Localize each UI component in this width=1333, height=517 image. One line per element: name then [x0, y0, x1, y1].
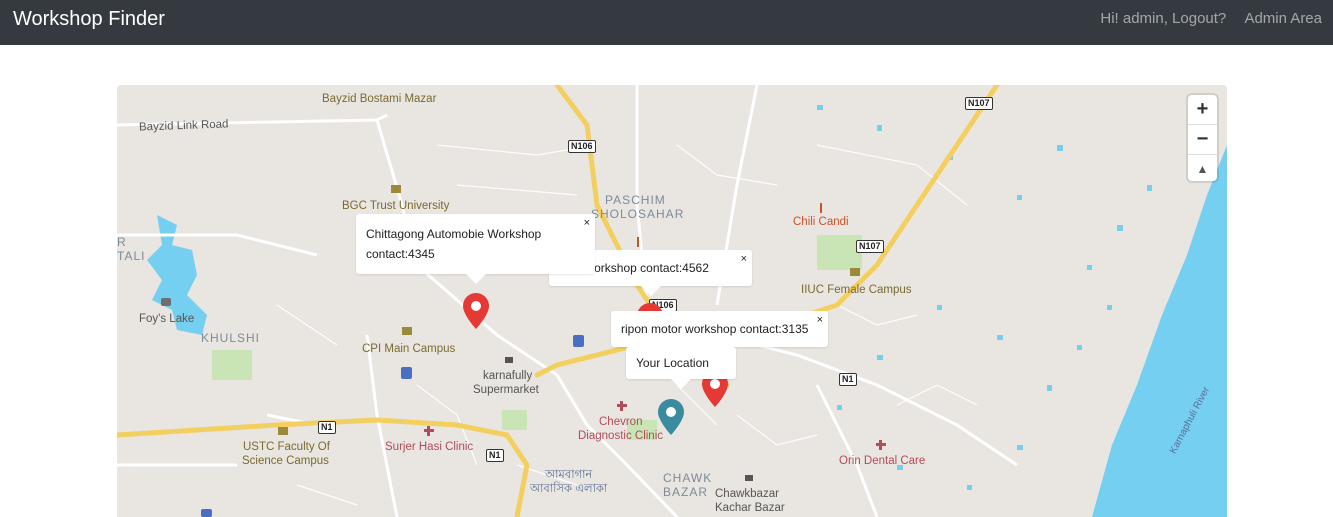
popup-chittagong-contact: contact:4345 [366, 247, 435, 261]
logout-link[interactable]: Hi! admin, Logout? [1100, 10, 1226, 27]
admin-area-link[interactable]: Admin Area [1244, 10, 1322, 27]
map-navigation-control: + − ▲ [1188, 95, 1217, 181]
close-icon[interactable]: × [584, 213, 590, 233]
camera-icon [161, 298, 171, 306]
workshop-pin-icon[interactable] [463, 293, 489, 329]
navbar: Workshop Finder Hi! admin, Logout? Admin… [0, 0, 1333, 45]
bus-icon [201, 335, 584, 517]
popup-ripon-text: ripon motor workshop contact:3135 [621, 322, 809, 336]
zoom-in-button[interactable]: + [1188, 95, 1217, 125]
popup-location-text: Your Location [636, 356, 709, 370]
close-icon[interactable]: × [817, 310, 823, 330]
popup-your-location: Your Location [626, 347, 736, 389]
popup-ripon-workshop: ripon motor workshop contact:3135 × [611, 310, 828, 357]
hospital-icon [424, 401, 886, 450]
restaurant-icon [637, 203, 822, 247]
brand-title[interactable]: Workshop Finder [13, 8, 165, 31]
compass-button[interactable]: ▲ [1188, 155, 1217, 183]
nav-links: Hi! admin, Logout? Admin Area [1086, 10, 1322, 27]
popup-chittagong-workshop: Chittagong Automobie Workshop contact:43… [356, 213, 595, 284]
poi-icons [161, 185, 886, 517]
location-pin-icon[interactable] [658, 399, 684, 435]
popup-chittagong-name: Chittagong Automobie Workshop [366, 227, 542, 241]
map-container[interactable]: Bayzid Bostami Mazar Bayzid Link Road BG… [117, 85, 1227, 517]
zoom-out-button[interactable]: − [1188, 125, 1217, 155]
close-icon[interactable]: × [741, 249, 747, 269]
